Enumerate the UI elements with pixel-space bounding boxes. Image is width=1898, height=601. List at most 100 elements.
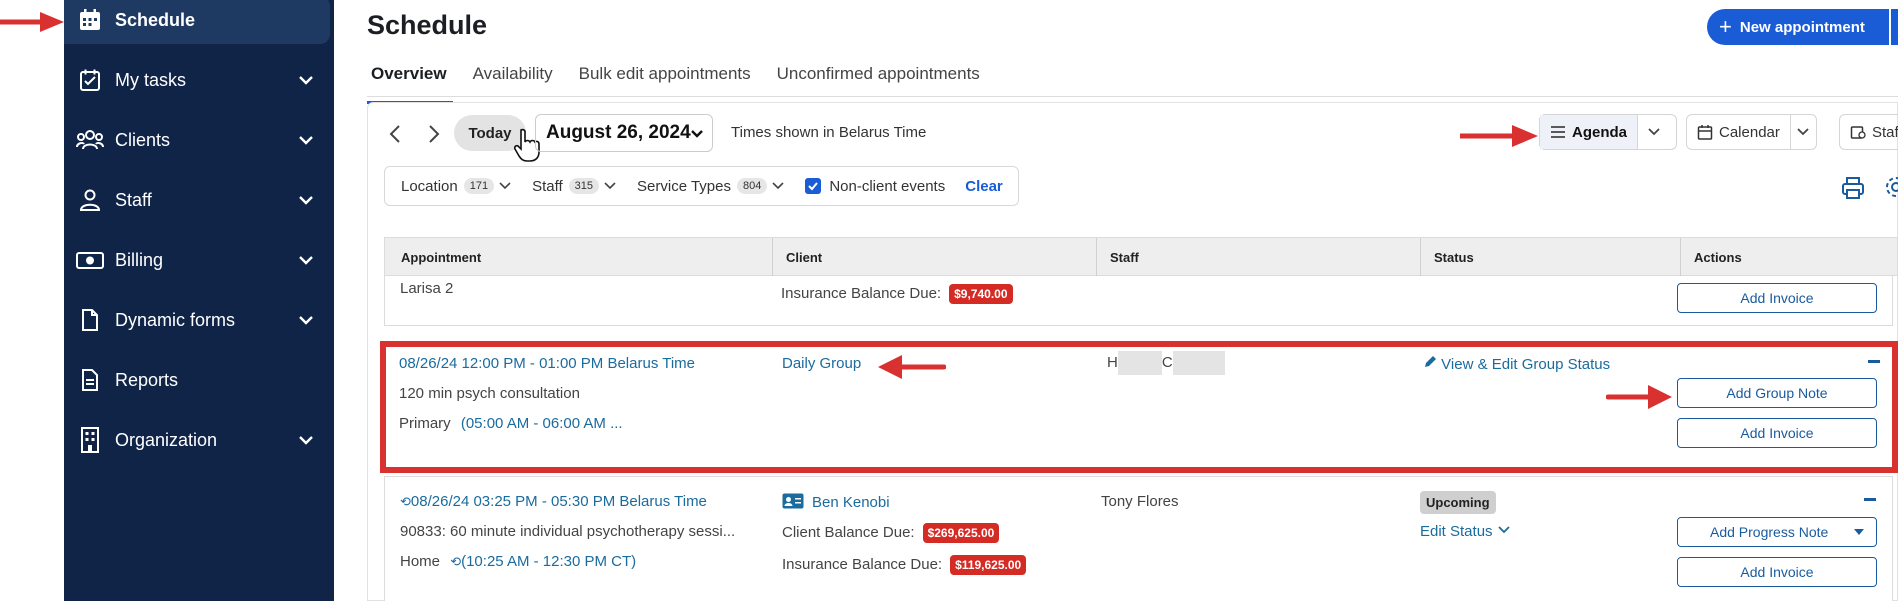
service-types-filter[interactable]: Service Types 804 (637, 178, 785, 195)
location-filter[interactable]: Location 171 (401, 178, 512, 195)
tab-overview[interactable]: Overview (367, 60, 453, 104)
sidebar-item-billing[interactable]: Billing (64, 236, 334, 284)
clear-filters-link[interactable]: Clear (965, 178, 1003, 195)
calendar-label: Calendar (1719, 123, 1780, 141)
sidebar-item-reports[interactable]: Reports (64, 356, 334, 404)
annotation-arrow-icon (878, 355, 946, 379)
staff-count-badge: 315 (568, 178, 600, 194)
calendar-dropdown[interactable] (1789, 115, 1816, 149)
sidebar-item-schedule[interactable]: Schedule (64, 0, 330, 44)
appointment-title: Larisa 2 (400, 280, 454, 297)
service-types-count-badge: 804 (736, 178, 768, 194)
tab-availability[interactable]: Availability (473, 60, 553, 96)
print-icon[interactable] (1841, 176, 1865, 200)
balance-badge: $119,625.00 (950, 555, 1027, 575)
sidebar-item-dynamic-forms[interactable]: Dynamic forms (64, 296, 334, 344)
sidebar-item-organization[interactable]: Organization (64, 416, 334, 464)
add-invoice-button[interactable]: Add Invoice (1677, 557, 1877, 587)
gear-icon[interactable] (1884, 175, 1898, 199)
view-edit-group-status-link[interactable]: View & Edit Group Status (1423, 355, 1610, 373)
service-name: 120 min psych consultation (399, 385, 580, 402)
staff-icon (76, 186, 104, 214)
calendar-icon (1697, 125, 1713, 140)
table-header: Appointment Client Staff Status Actions (384, 237, 1898, 277)
chevron-down-icon (1647, 128, 1660, 136)
caret-down-icon[interactable] (1854, 529, 1864, 537)
sidebar: Schedule My tasks Clients Staff Billing (64, 0, 334, 601)
sidebar-item-clients[interactable]: Clients (64, 116, 334, 164)
local-time-text: (10:25 AM - 12:30 PM CT) (461, 553, 637, 570)
location-count-badge: 171 (463, 178, 495, 194)
calendar-view-button[interactable]: Calendar (1687, 115, 1790, 149)
annotation-arrow-icon (0, 12, 64, 32)
column-header-appointment: Appointment (401, 250, 482, 265)
chevron-left-icon[interactable] (384, 122, 408, 146)
client-balance-label: Client Balance Due: (782, 523, 915, 541)
document-icon (76, 306, 104, 334)
collapse-icon[interactable] (1864, 498, 1876, 501)
add-progress-note-label: Add Progress Note (1710, 524, 1829, 540)
edit-status-dropdown[interactable]: Edit Status (1420, 523, 1511, 540)
staff-view-toggle[interactable]: Staff (1839, 114, 1898, 150)
chevron-down-icon[interactable] (296, 70, 316, 90)
appointment-location: Home ⟲(10:25 AM - 12:30 PM CT) (400, 553, 636, 570)
sidebar-item-label: Billing (115, 249, 164, 270)
add-group-note-button[interactable]: Add Group Note (1677, 378, 1877, 408)
collapse-icon[interactable] (1868, 360, 1880, 363)
reports-icon (76, 366, 104, 394)
chevron-down-icon[interactable] (296, 190, 316, 210)
tab-bulk-edit[interactable]: Bulk edit appointments (579, 60, 751, 96)
new-appointment-button[interactable]: + New appointment (1707, 9, 1889, 45)
chevron-down-icon[interactable] (296, 250, 316, 270)
column-header-client: Client (786, 250, 823, 265)
add-invoice-button[interactable]: Add Invoice (1677, 283, 1877, 313)
balance-badge: $9,740.00 (949, 284, 1013, 304)
appointment-time-link[interactable]: 08/26/24 12:00 PM - 01:00 PM Belarus Tim… (399, 355, 695, 372)
appointment-time-link[interactable]: ⟲08/26/24 03:25 PM - 05:30 PM Belarus Ti… (400, 493, 707, 510)
page-title: Schedule (367, 10, 488, 40)
staff-filter[interactable]: Staff 315 (532, 178, 617, 195)
recurring-icon: ⟲ (450, 554, 462, 569)
new-appointment-dropdown[interactable] (1891, 9, 1898, 45)
add-progress-note-button[interactable]: Add Progress Note (1677, 517, 1877, 547)
redacted-text (1117, 351, 1162, 375)
id-card-icon (782, 493, 804, 509)
building-icon (76, 426, 104, 454)
agenda-view-toggle: Agenda (1539, 114, 1677, 150)
agenda-dropdown[interactable] (1637, 115, 1669, 149)
billing-icon (76, 246, 104, 274)
client-link[interactable]: Daily Group (782, 355, 861, 372)
column-header-actions: Actions (1694, 250, 1742, 265)
timezone-note: Times shown in Belarus Time (731, 124, 927, 141)
location-label: Primary (399, 415, 451, 432)
non-client-events-label: Non-client events (829, 177, 946, 195)
view-edit-group-status-label: View & Edit Group Status (1441, 356, 1611, 373)
chevron-down-icon (1498, 526, 1510, 534)
add-invoice-button[interactable]: Add Invoice (1677, 418, 1877, 448)
agenda-view-button[interactable]: Agenda (1540, 115, 1638, 149)
annotation-arrow-icon (1606, 385, 1672, 409)
task-icon (76, 66, 104, 94)
tab-unconfirmed[interactable]: Unconfirmed appointments (777, 60, 980, 96)
staff-initial: H (1107, 353, 1118, 371)
location-label: Home (400, 553, 441, 570)
staff-view-button[interactable]: Staff (1840, 115, 1898, 149)
chevron-right-icon[interactable] (421, 122, 445, 146)
chevron-down-icon[interactable] (296, 310, 316, 330)
filter-bar: Location 171 Staff 315 Service Types 804… (384, 166, 1019, 206)
non-client-events-checkbox[interactable]: Non-client events (805, 178, 945, 195)
service-name: 90833: 60 minute individual psychotherap… (400, 523, 736, 540)
service-types-filter-label: Service Types (637, 177, 731, 195)
client-link[interactable]: Ben Kenobi (782, 493, 890, 511)
chevron-down-icon[interactable] (296, 430, 316, 450)
new-appointment-label: New appointment (1739, 18, 1865, 36)
date-picker-button[interactable]: August 26, 2024 (535, 114, 713, 152)
sidebar-item-label: Dynamic forms (115, 309, 236, 330)
chevron-down-icon[interactable] (296, 130, 316, 150)
checkbox-checked-icon[interactable] (805, 178, 822, 194)
sidebar-item-label: Schedule (115, 9, 196, 30)
sidebar-item-my-tasks[interactable]: My tasks (64, 56, 334, 104)
date-label: August 26, 2024 (546, 122, 691, 143)
local-time: ⟲(10:25 AM - 12:30 PM CT) (450, 553, 636, 570)
sidebar-item-staff[interactable]: Staff (64, 176, 334, 224)
